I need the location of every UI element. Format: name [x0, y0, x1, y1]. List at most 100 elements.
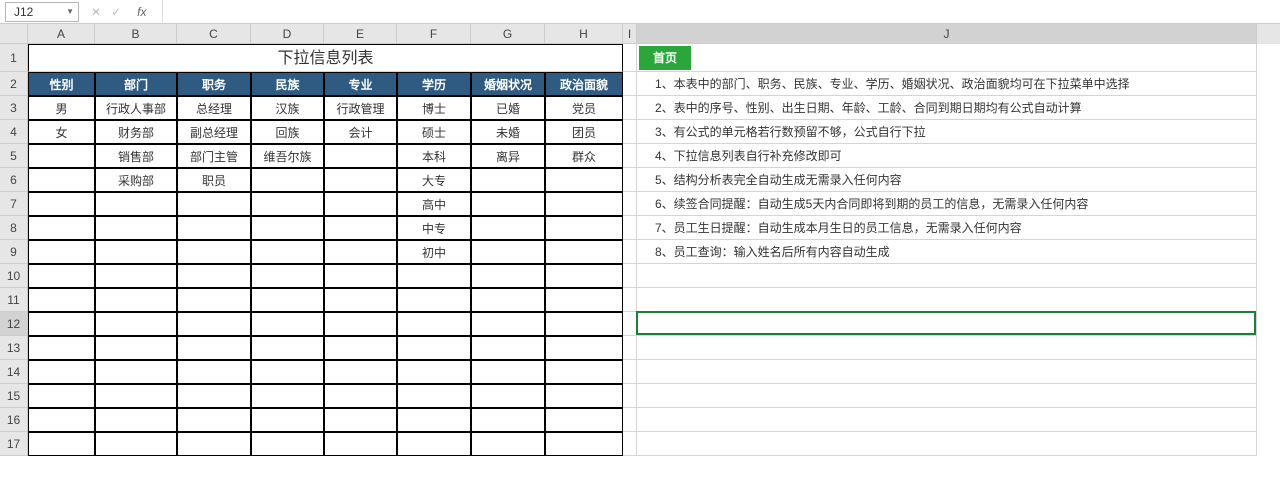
- row-header-13[interactable]: 13: [0, 336, 28, 360]
- cell-B2[interactable]: 部门: [95, 72, 177, 96]
- cell-I15[interactable]: [623, 384, 637, 408]
- cell-G16[interactable]: [471, 408, 545, 432]
- cell-I6[interactable]: [623, 168, 637, 192]
- cell-I17[interactable]: [623, 432, 637, 456]
- row-header-16[interactable]: 16: [0, 408, 28, 432]
- cell-H14[interactable]: [545, 360, 623, 384]
- cell-C13[interactable]: [177, 336, 251, 360]
- cell-I16[interactable]: [623, 408, 637, 432]
- cell-F15[interactable]: [397, 384, 471, 408]
- cell-E11[interactable]: [324, 288, 397, 312]
- cell-C2[interactable]: 职务: [177, 72, 251, 96]
- cell-C4[interactable]: 副总经理: [177, 120, 251, 144]
- cell-B4[interactable]: 财务部: [95, 120, 177, 144]
- cell-G2[interactable]: 婚姻状况: [471, 72, 545, 96]
- cell-E4[interactable]: 会计: [324, 120, 397, 144]
- cell-C14[interactable]: [177, 360, 251, 384]
- cell-D9[interactable]: [251, 240, 324, 264]
- cell-D6[interactable]: [251, 168, 324, 192]
- cell-A11[interactable]: [28, 288, 95, 312]
- row-header-8[interactable]: 8: [0, 216, 28, 240]
- cell-A16[interactable]: [28, 408, 95, 432]
- cell-F6[interactable]: 大专: [397, 168, 471, 192]
- cell-E15[interactable]: [324, 384, 397, 408]
- cell-G12[interactable]: [471, 312, 545, 336]
- col-header-J[interactable]: J: [637, 24, 1257, 44]
- row-header-7[interactable]: 7: [0, 192, 28, 216]
- cell-H10[interactable]: [545, 264, 623, 288]
- cell-E3[interactable]: 行政管理: [324, 96, 397, 120]
- cell-F8[interactable]: 中专: [397, 216, 471, 240]
- cell-I11[interactable]: [623, 288, 637, 312]
- cell-G15[interactable]: [471, 384, 545, 408]
- cell-F7[interactable]: 高中: [397, 192, 471, 216]
- cell-D14[interactable]: [251, 360, 324, 384]
- cell-J1[interactable]: 首页: [637, 44, 1257, 72]
- cell-G9[interactable]: [471, 240, 545, 264]
- note-line[interactable]: 4、下拉信息列表自行补充修改即可: [637, 144, 1257, 168]
- cell-H6[interactable]: [545, 168, 623, 192]
- cell-A9[interactable]: [28, 240, 95, 264]
- cell-J11[interactable]: [637, 288, 1257, 312]
- cell-I3[interactable]: [623, 96, 637, 120]
- row-header-3[interactable]: 3: [0, 96, 28, 120]
- cell-J14[interactable]: [637, 360, 1257, 384]
- cell-E12[interactable]: [324, 312, 397, 336]
- cell-B3[interactable]: 行政人事部: [95, 96, 177, 120]
- select-all-corner[interactable]: [0, 24, 28, 44]
- cell-C10[interactable]: [177, 264, 251, 288]
- cell-C3[interactable]: 总经理: [177, 96, 251, 120]
- chevron-down-icon[interactable]: ▼: [66, 7, 74, 16]
- cell-B14[interactable]: [95, 360, 177, 384]
- cell-A5[interactable]: [28, 144, 95, 168]
- cell-G5[interactable]: 离异: [471, 144, 545, 168]
- cell-A1[interactable]: 下拉信息列表: [28, 44, 623, 72]
- cell-J13[interactable]: [637, 336, 1257, 360]
- cell-E9[interactable]: [324, 240, 397, 264]
- cell-C16[interactable]: [177, 408, 251, 432]
- cell-I9[interactable]: [623, 240, 637, 264]
- row-header-4[interactable]: 4: [0, 120, 28, 144]
- col-header-A[interactable]: A: [28, 24, 95, 44]
- cell-J10[interactable]: [637, 264, 1257, 288]
- cell-B9[interactable]: [95, 240, 177, 264]
- fx-icon[interactable]: fx: [131, 5, 152, 19]
- cell-E6[interactable]: [324, 168, 397, 192]
- cell-E13[interactable]: [324, 336, 397, 360]
- cell-G11[interactable]: [471, 288, 545, 312]
- cell-C15[interactable]: [177, 384, 251, 408]
- cell-J12[interactable]: [637, 312, 1257, 336]
- cell-G10[interactable]: [471, 264, 545, 288]
- cell-B7[interactable]: [95, 192, 177, 216]
- cell-H15[interactable]: [545, 384, 623, 408]
- formula-input[interactable]: [163, 0, 1280, 23]
- cell-G8[interactable]: [471, 216, 545, 240]
- cell-F2[interactable]: 学历: [397, 72, 471, 96]
- cell-B8[interactable]: [95, 216, 177, 240]
- cell-G13[interactable]: [471, 336, 545, 360]
- cell-A17[interactable]: [28, 432, 95, 456]
- col-header-F[interactable]: F: [397, 24, 471, 44]
- note-line[interactable]: 8、员工查询：输入姓名后所有内容自动生成: [637, 240, 1257, 264]
- cell-G14[interactable]: [471, 360, 545, 384]
- col-header-C[interactable]: C: [177, 24, 251, 44]
- cell-A14[interactable]: [28, 360, 95, 384]
- cell-D13[interactable]: [251, 336, 324, 360]
- cell-B11[interactable]: [95, 288, 177, 312]
- note-line[interactable]: 5、结构分析表完全自动生成无需录入任何内容: [637, 168, 1257, 192]
- col-header-E[interactable]: E: [324, 24, 397, 44]
- cell-B16[interactable]: [95, 408, 177, 432]
- row-header-14[interactable]: 14: [0, 360, 28, 384]
- cell-F13[interactable]: [397, 336, 471, 360]
- cell-A4[interactable]: 女: [28, 120, 95, 144]
- cell-E16[interactable]: [324, 408, 397, 432]
- cell-C8[interactable]: [177, 216, 251, 240]
- cell-C9[interactable]: [177, 240, 251, 264]
- cells-area[interactable]: 下拉信息列表首页性别部门职务民族专业学历婚姻状况政治面貌1、本表中的部门、职务、…: [28, 44, 1280, 456]
- cell-G7[interactable]: [471, 192, 545, 216]
- cell-I8[interactable]: [623, 216, 637, 240]
- cell-H2[interactable]: 政治面貌: [545, 72, 623, 96]
- cell-H12[interactable]: [545, 312, 623, 336]
- cell-J15[interactable]: [637, 384, 1257, 408]
- cell-B6[interactable]: 采购部: [95, 168, 177, 192]
